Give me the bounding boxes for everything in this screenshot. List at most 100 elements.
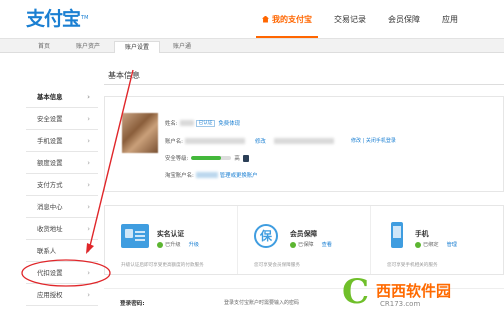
- sidebar-item-messages[interactable]: 消息中心 ›: [26, 196, 98, 218]
- sidebar-item-label: 消息中心: [37, 203, 63, 211]
- sub-nav: 首页 账户资产 账户设置 账户通: [0, 38, 504, 53]
- chevron-right-icon: ›: [87, 92, 90, 101]
- chevron-right-icon: ›: [87, 136, 90, 145]
- account-edit-link[interactable]: 修改: [255, 137, 266, 145]
- security-shield-icon: [242, 154, 249, 162]
- alipay-logo[interactable]: 支付宝 TM: [26, 4, 88, 31]
- subnav-account-settings[interactable]: 账户设置: [114, 41, 160, 53]
- topnav-label: 我的支付宝: [272, 14, 312, 24]
- title-divider: [104, 84, 504, 85]
- sidebar-item-phone[interactable]: 手机设置 ›: [26, 130, 98, 152]
- feature-status-text: 已保障: [298, 242, 314, 248]
- sidebar-item-addresses[interactable]: 收货地址 ›: [26, 218, 98, 240]
- account-row: 账户名: 修改: [165, 137, 336, 145]
- feature-link-view[interactable]: 查看: [322, 241, 332, 248]
- home-icon: [262, 15, 269, 23]
- feature-status: 已升级 升级: [157, 241, 199, 248]
- topnav-transactions[interactable]: 交易记录: [334, 0, 366, 38]
- sidebar-item-label: 联系人: [37, 247, 57, 255]
- sidebar-item-label: 安全设置: [37, 115, 63, 123]
- top-header: 支付宝 TM 我的支付宝 交易记录 会员保障 应用: [0, 0, 504, 38]
- avatar: [122, 113, 158, 153]
- name-value-redacted: [179, 120, 194, 126]
- chevron-right-icon: ›: [87, 158, 90, 167]
- password-label: 登录密码:: [120, 301, 145, 307]
- topnav-label: 会员保障: [388, 14, 420, 24]
- feature-desc: 您可享受会员保障服务: [254, 263, 300, 268]
- topnav-label: 应用: [442, 14, 458, 24]
- account-label: 账户名:: [165, 139, 183, 145]
- name-label: 姓名:: [165, 121, 178, 127]
- sidebar-item-payment-methods[interactable]: 支付方式 ›: [26, 174, 98, 196]
- watermark-logo: C 西西软件园 CR173.com: [330, 272, 504, 315]
- id-card-icon: [121, 224, 149, 248]
- topnav-label: 交易记录: [334, 14, 366, 24]
- subnav-account-pass[interactable]: 账户通: [166, 41, 198, 53]
- feature-mobile: 手机 已绑定 管理 您可享受手机相关的服务: [371, 206, 503, 274]
- safety-row: 安全等级: 高: [165, 154, 249, 162]
- phone-value-redacted: [273, 138, 334, 144]
- name-link[interactable]: 免费体现: [218, 119, 240, 127]
- feature-status: 已保障 查看: [290, 241, 332, 248]
- watermark-text: 西西软件园: [376, 282, 452, 300]
- profile-card: 姓名: 已认证 免费体现 账户名: 修改 修改 | 关闭手机登录 安全等级: 高…: [104, 96, 504, 192]
- taobao-value-redacted: [195, 172, 218, 178]
- feature-title: 实名认证: [157, 230, 185, 238]
- features-panel: 实名认证 已升级 升级 升级认证后即可享受更高额度的付款服务 保 会员保障 已保…: [104, 205, 504, 275]
- sidebar: 基本信息 › 安全设置 › 手机设置 › 额度设置 › 支付方式 › 消息中心 › 收货地址…: [26, 86, 98, 306]
- sidebar-item-label: 支付方式: [37, 181, 63, 189]
- chevron-right-icon: ›: [87, 202, 90, 211]
- feature-status-text: 已升级: [165, 242, 181, 248]
- chevron-right-icon: ›: [87, 290, 90, 299]
- sidebar-item-limits[interactable]: 额度设置 ›: [26, 152, 98, 174]
- feature-desc: 您可享受手机相关的服务: [387, 263, 438, 268]
- check-circle-icon: [290, 241, 296, 248]
- check-circle-icon: [415, 241, 421, 248]
- sidebar-item-label: 代扣设置: [37, 269, 63, 277]
- feature-status-text: 已绑定: [423, 242, 439, 248]
- top-nav: 我的支付宝 交易记录 会员保障 应用: [256, 0, 480, 38]
- feature-link-upgrade[interactable]: 升级: [189, 241, 199, 248]
- sidebar-item-app-auth[interactable]: 应用授权 ›: [26, 284, 98, 306]
- feature-status: 已绑定 管理: [415, 241, 457, 248]
- safety-level-text: 高: [234, 156, 240, 162]
- feature-real-name: 实名认证 已升级 升级 升级认证后即可享受更高额度的付款服务: [105, 206, 238, 274]
- feature-link-manage[interactable]: 管理: [447, 241, 457, 248]
- sidebar-item-contacts[interactable]: 联系人 ›: [26, 240, 98, 262]
- sidebar-item-basic-info[interactable]: 基本信息 ›: [26, 86, 98, 108]
- certified-badge: 已认证: [195, 119, 216, 127]
- subnav-assets[interactable]: 账户资产: [70, 41, 106, 53]
- safety-level-bar: [191, 156, 232, 160]
- logo-trademark: TM: [81, 14, 89, 21]
- sidebar-item-auto-debit[interactable]: 代扣设置 ›: [26, 262, 98, 284]
- topnav-my-alipay[interactable]: 我的支付宝: [256, 0, 318, 38]
- feature-title: 手机: [415, 230, 429, 238]
- bao-shield-icon: 保: [254, 224, 278, 248]
- sidebar-item-label: 应用授权: [37, 291, 63, 299]
- sidebar-item-label: 基本信息: [37, 93, 63, 101]
- chevron-right-icon: ›: [87, 268, 90, 277]
- topnav-member-protection[interactable]: 会员保障: [388, 0, 420, 38]
- feature-member-protection: 保 会员保障 已保障 查看 您可享受会员保障服务: [238, 206, 371, 274]
- chevron-right-icon: ›: [87, 114, 90, 123]
- safety-label: 安全等级:: [165, 156, 189, 162]
- taobao-label: 淘宝账户名:: [165, 173, 194, 179]
- account-value-redacted: [185, 138, 245, 144]
- taobao-row: 淘宝账户名: 管理或更换账户: [165, 171, 258, 179]
- chevron-right-icon: ›: [87, 246, 90, 255]
- topnav-apps[interactable]: 应用: [442, 0, 458, 38]
- name-row: 姓名: 已认证 免费体现: [165, 119, 240, 127]
- sidebar-item-label: 收货地址: [37, 225, 63, 233]
- check-circle-icon: [157, 241, 163, 248]
- feature-title: 会员保障: [290, 230, 318, 238]
- sidebar-item-security[interactable]: 安全设置 ›: [26, 108, 98, 130]
- feature-desc: 升级认证后即可享受更高额度的付款服务: [121, 263, 204, 268]
- taobao-manage-link[interactable]: 管理或更换账户: [220, 171, 258, 179]
- phone-links[interactable]: 修改 | 关闭手机登录: [351, 137, 396, 144]
- subnav-home[interactable]: 首页: [30, 41, 58, 53]
- sidebar-item-label: 额度设置: [37, 159, 63, 167]
- watermark-c-icon: C: [342, 272, 370, 312]
- safety-level-fill: [191, 156, 222, 160]
- logo-text: 支付宝: [26, 8, 81, 30]
- sidebar-item-label: 手机设置: [37, 137, 63, 145]
